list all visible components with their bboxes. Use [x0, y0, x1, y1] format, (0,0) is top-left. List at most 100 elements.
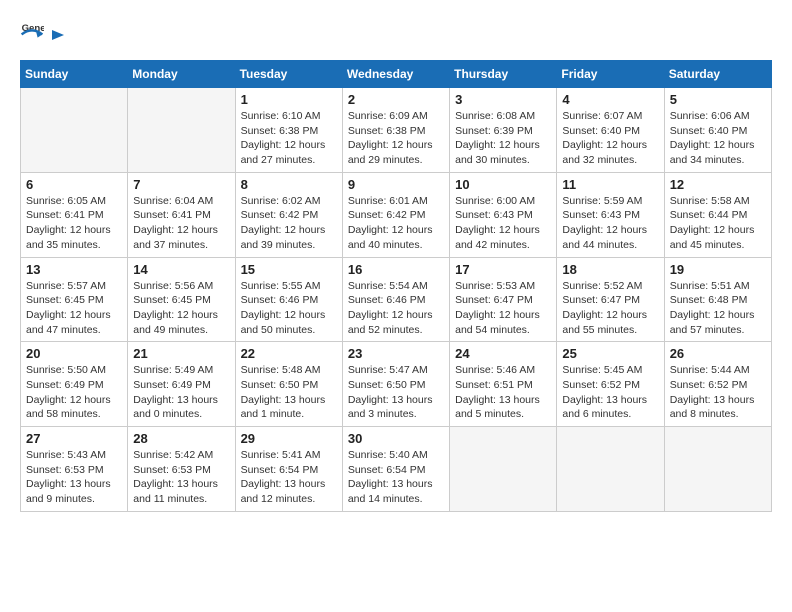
calendar-cell: 20 Sunrise: 5:50 AM Sunset: 6:49 PM Dayli…: [21, 342, 128, 427]
day-number: 10: [455, 177, 551, 192]
calendar-cell: [21, 88, 128, 173]
day-number: 22: [241, 346, 337, 361]
calendar-cell: 8Sunrise: 6:02 AM Sunset: 6:42 PM Daylig…: [235, 172, 342, 257]
day-number: 6: [26, 177, 122, 192]
day-number: 11: [562, 177, 658, 192]
day-number: 12: [670, 177, 766, 192]
calendar-cell: 21 Sunrise: 5:49 AM Sunset: 6:49 PM Dayli…: [128, 342, 235, 427]
day-info: Sunrise: 5:42 AM Sunset: 6:53 PM Dayligh…: [133, 448, 229, 507]
weekday-header: Friday: [557, 61, 664, 88]
day-number: 25: [562, 346, 658, 361]
day-info: Sunrise: 5:44 AM Sunset: 6:52 PM Dayligh…: [670, 363, 766, 422]
day-number: 8: [241, 177, 337, 192]
day-info: Sunrise: 6:07 AM Sunset: 6:40 PM Dayligh…: [562, 109, 658, 168]
calendar-cell: 22 Sunrise: 5:48 AM Sunset: 6:50 PM Dayli…: [235, 342, 342, 427]
day-number: 7: [133, 177, 229, 192]
day-number: 1: [241, 92, 337, 107]
calendar-header-row: SundayMondayTuesdayWednesdayThursdayFrid…: [21, 61, 772, 88]
day-number: 3: [455, 92, 551, 107]
day-number: 4: [562, 92, 658, 107]
day-number: 5: [670, 92, 766, 107]
day-info: Sunrise: 6:08 AM Sunset: 6:39 PM Dayligh…: [455, 109, 551, 168]
calendar-cell: 10Sunrise: 6:00 AM Sunset: 6:43 PM Dayli…: [450, 172, 557, 257]
day-number: 27: [26, 431, 122, 446]
day-number: 30: [348, 431, 444, 446]
day-info: Sunrise: 5:52 AM Sunset: 6:47 PM Dayligh…: [562, 279, 658, 338]
calendar-cell: 3 Sunrise: 6:08 AM Sunset: 6:39 PM Daylig…: [450, 88, 557, 173]
logo-icon: General: [20, 20, 44, 44]
day-number: 28: [133, 431, 229, 446]
day-number: 19: [670, 262, 766, 277]
calendar-cell: 9 Sunrise: 6:01 AM Sunset: 6:42 PM Daylig…: [342, 172, 449, 257]
calendar-cell: [128, 88, 235, 173]
calendar-cell: 12 Sunrise: 5:58 AM Sunset: 6:44 PM Dayli…: [664, 172, 771, 257]
calendar-cell: [664, 427, 771, 512]
weekday-header: Thursday: [450, 61, 557, 88]
calendar-cell: 18 Sunrise: 5:52 AM Sunset: 6:47 PM Dayli…: [557, 257, 664, 342]
day-info: Sunrise: 6:01 AM Sunset: 6:42 PM Dayligh…: [348, 194, 444, 253]
weekday-header: Saturday: [664, 61, 771, 88]
day-info: Sunrise: 5:56 AM Sunset: 6:45 PM Dayligh…: [133, 279, 229, 338]
calendar-cell: 17Sunrise: 5:53 AM Sunset: 6:47 PM Dayli…: [450, 257, 557, 342]
day-info: Sunrise: 6:04 AM Sunset: 6:41 PM Dayligh…: [133, 194, 229, 253]
calendar-cell: 6 Sunrise: 6:05 AM Sunset: 6:41 PM Daylig…: [21, 172, 128, 257]
day-info: Sunrise: 5:50 AM Sunset: 6:49 PM Dayligh…: [26, 363, 122, 422]
day-number: 14: [133, 262, 229, 277]
day-number: 16: [348, 262, 444, 277]
calendar-cell: 13 Sunrise: 5:57 AM Sunset: 6:45 PM Dayli…: [21, 257, 128, 342]
calendar-week-row: 20 Sunrise: 5:50 AM Sunset: 6:49 PM Dayli…: [21, 342, 772, 427]
day-number: 21: [133, 346, 229, 361]
calendar-week-row: 13 Sunrise: 5:57 AM Sunset: 6:45 PM Dayli…: [21, 257, 772, 342]
day-info: Sunrise: 5:59 AM Sunset: 6:43 PM Dayligh…: [562, 194, 658, 253]
calendar-week-row: 27Sunrise: 5:43 AM Sunset: 6:53 PM Dayli…: [21, 427, 772, 512]
day-info: Sunrise: 5:46 AM Sunset: 6:51 PM Dayligh…: [455, 363, 551, 422]
day-info: Sunrise: 6:05 AM Sunset: 6:41 PM Dayligh…: [26, 194, 122, 253]
weekday-header: Monday: [128, 61, 235, 88]
calendar-cell: 4 Sunrise: 6:07 AM Sunset: 6:40 PM Daylig…: [557, 88, 664, 173]
day-info: Sunrise: 5:55 AM Sunset: 6:46 PM Dayligh…: [241, 279, 337, 338]
day-info: Sunrise: 6:10 AM Sunset: 6:38 PM Dayligh…: [241, 109, 337, 168]
day-number: 13: [26, 262, 122, 277]
calendar-cell: 15 Sunrise: 5:55 AM Sunset: 6:46 PM Dayli…: [235, 257, 342, 342]
day-info: Sunrise: 5:49 AM Sunset: 6:49 PM Dayligh…: [133, 363, 229, 422]
calendar-cell: 7 Sunrise: 6:04 AM Sunset: 6:41 PM Daylig…: [128, 172, 235, 257]
calendar-cell: 29 Sunrise: 5:41 AM Sunset: 6:54 PM Dayli…: [235, 427, 342, 512]
calendar-cell: [450, 427, 557, 512]
day-info: Sunrise: 6:06 AM Sunset: 6:40 PM Dayligh…: [670, 109, 766, 168]
calendar-table: SundayMondayTuesdayWednesdayThursdayFrid…: [20, 60, 772, 512]
day-number: 20: [26, 346, 122, 361]
calendar-cell: 26 Sunrise: 5:44 AM Sunset: 6:52 PM Dayli…: [664, 342, 771, 427]
day-info: Sunrise: 5:40 AM Sunset: 6:54 PM Dayligh…: [348, 448, 444, 507]
calendar-cell: 24 Sunrise: 5:46 AM Sunset: 6:51 PM Dayli…: [450, 342, 557, 427]
calendar-cell: 11 Sunrise: 5:59 AM Sunset: 6:43 PM Dayli…: [557, 172, 664, 257]
day-info: Sunrise: 5:47 AM Sunset: 6:50 PM Dayligh…: [348, 363, 444, 422]
day-info: Sunrise: 5:41 AM Sunset: 6:54 PM Dayligh…: [241, 448, 337, 507]
day-number: 2: [348, 92, 444, 107]
calendar-cell: 1 Sunrise: 6:10 AM Sunset: 6:38 PM Daylig…: [235, 88, 342, 173]
calendar-cell: 30 Sunrise: 5:40 AM Sunset: 6:54 PM Dayli…: [342, 427, 449, 512]
day-number: 18: [562, 262, 658, 277]
day-number: 29: [241, 431, 337, 446]
weekday-header: Sunday: [21, 61, 128, 88]
day-info: Sunrise: 5:54 AM Sunset: 6:46 PM Dayligh…: [348, 279, 444, 338]
day-info: Sunrise: 5:57 AM Sunset: 6:45 PM Dayligh…: [26, 279, 122, 338]
calendar-week-row: 1 Sunrise: 6:10 AM Sunset: 6:38 PM Daylig…: [21, 88, 772, 173]
calendar-week-row: 6 Sunrise: 6:05 AM Sunset: 6:41 PM Daylig…: [21, 172, 772, 257]
day-info: Sunrise: 5:51 AM Sunset: 6:48 PM Dayligh…: [670, 279, 766, 338]
calendar-cell: 23 Sunrise: 5:47 AM Sunset: 6:50 PM Dayli…: [342, 342, 449, 427]
day-info: Sunrise: 5:45 AM Sunset: 6:52 PM Dayligh…: [562, 363, 658, 422]
day-info: Sunrise: 6:09 AM Sunset: 6:38 PM Dayligh…: [348, 109, 444, 168]
day-number: 9: [348, 177, 444, 192]
logo: General: [20, 20, 68, 44]
day-number: 17: [455, 262, 551, 277]
day-info: Sunrise: 5:48 AM Sunset: 6:50 PM Dayligh…: [241, 363, 337, 422]
day-number: 23: [348, 346, 444, 361]
day-number: 24: [455, 346, 551, 361]
calendar-cell: 19 Sunrise: 5:51 AM Sunset: 6:48 PM Dayli…: [664, 257, 771, 342]
weekday-header: Wednesday: [342, 61, 449, 88]
day-number: 26: [670, 346, 766, 361]
day-number: 15: [241, 262, 337, 277]
day-info: Sunrise: 5:58 AM Sunset: 6:44 PM Dayligh…: [670, 194, 766, 253]
logo-arrow-icon: [48, 25, 68, 45]
calendar-cell: 14 Sunrise: 5:56 AM Sunset: 6:45 PM Dayli…: [128, 257, 235, 342]
